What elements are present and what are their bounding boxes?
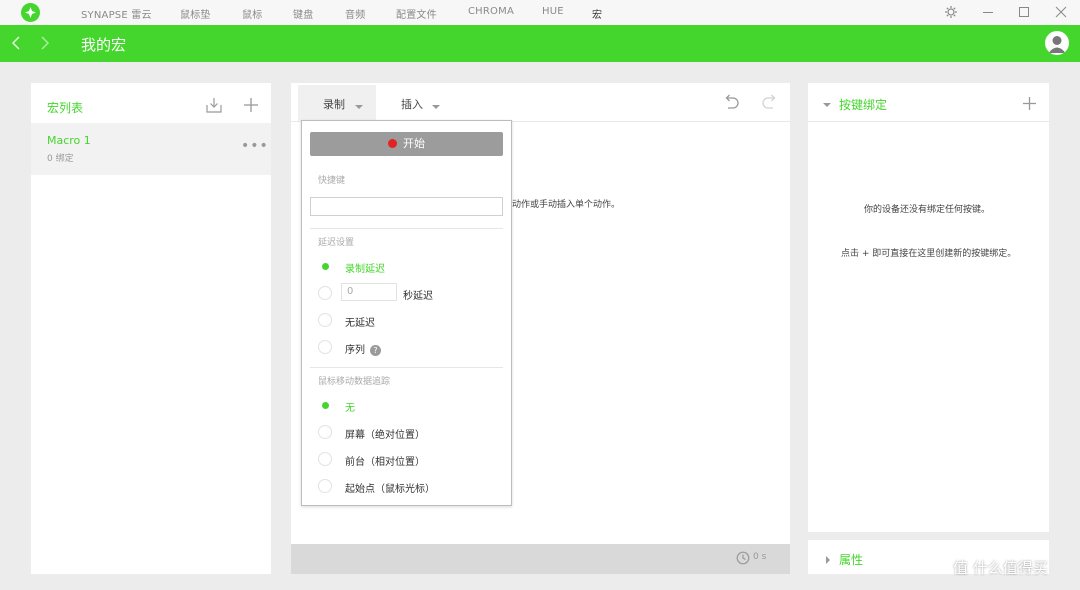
- page-title: 我的宏: [81, 36, 127, 54]
- add-macro-icon[interactable]: [243, 97, 259, 116]
- close-icon[interactable]: [1053, 4, 1069, 20]
- settings-gear-icon[interactable]: [943, 4, 959, 20]
- tracking-foreground-label[interactable]: 前台（相对位置）: [345, 453, 425, 468]
- record-settings-dropdown: 开始 快捷键 延迟设置 录制延迟 0 秒延迟 无延迟 序列? 鼠标移动数据追踪 …: [301, 120, 512, 506]
- forward-arrow-icon[interactable]: [39, 35, 51, 54]
- nav-hue[interactable]: HUE: [542, 6, 564, 17]
- sequence-label: 序列: [345, 345, 365, 356]
- expand-triangle-icon[interactable]: [824, 554, 832, 567]
- nav-macro[interactable]: 宏: [592, 6, 602, 21]
- back-arrow-icon[interactable]: [10, 35, 22, 54]
- macro-list-title: 宏列表: [47, 101, 84, 115]
- key-bindings-panel: 按键绑定 你的设备还没有绑定任何按键。 点击 + 即可直接在这里创建新的按键绑定…: [808, 83, 1049, 532]
- record-chevron-down-icon[interactable]: [354, 100, 364, 113]
- start-button-label: 开始: [403, 137, 425, 150]
- timeline-footer: 0 s: [291, 544, 790, 574]
- nav-mousepad[interactable]: 鼠标垫: [180, 6, 211, 21]
- nav-chroma[interactable]: CHROMA: [468, 6, 514, 17]
- page-header: 我的宏: [0, 25, 1080, 62]
- divider: [808, 121, 1049, 122]
- help-icon[interactable]: ?: [370, 345, 381, 356]
- radio-sequence[interactable]: [318, 340, 332, 354]
- list-item[interactable]: Macro 1 0 绑定 •••: [31, 123, 271, 175]
- razer-logo-icon: [21, 3, 40, 22]
- add-binding-icon[interactable]: [1022, 96, 1037, 114]
- nav-audio[interactable]: 音频: [345, 6, 365, 21]
- watermark-text: 值 什么值得买: [953, 559, 1048, 577]
- timeline-duration: 0 s: [753, 552, 767, 562]
- start-recording-button[interactable]: 开始: [310, 132, 503, 156]
- undo-icon[interactable]: [722, 93, 740, 114]
- radio-tracking-origin[interactable]: [318, 479, 332, 493]
- user-avatar-icon[interactable]: [1045, 31, 1069, 55]
- macro-list-panel: 宏列表 Macro 1 0 绑定 •••: [31, 83, 271, 574]
- delay-seconds-input[interactable]: 0: [341, 283, 397, 301]
- maximize-icon[interactable]: [1016, 4, 1032, 20]
- nav-keyboard[interactable]: 键盘: [293, 6, 313, 21]
- tracking-section-label: 鼠标移动数据追踪: [318, 377, 391, 387]
- add-binding-hint: 点击 + 即可直接在这里创建新的按键绑定。: [841, 249, 1017, 259]
- tracking-origin-label[interactable]: 起始点（鼠标光标）: [345, 480, 435, 495]
- sequence-option[interactable]: 序列?: [345, 341, 381, 356]
- tracking-none-label[interactable]: 无: [345, 399, 355, 414]
- macro-item-name: Macro 1: [47, 134, 91, 147]
- divider: [310, 367, 503, 368]
- tab-record[interactable]: 录制: [323, 96, 345, 112]
- tab-insert[interactable]: 插入: [401, 96, 423, 112]
- minimize-icon[interactable]: [980, 4, 996, 20]
- radio-tracking-screen[interactable]: [318, 425, 332, 439]
- import-icon[interactable]: [205, 96, 223, 117]
- no-bindings-message: 你的设备还没有绑定任何按键。: [864, 205, 991, 215]
- record-delay-label[interactable]: 录制延迟: [345, 260, 385, 275]
- radio-tracking-foreground[interactable]: [318, 452, 332, 466]
- seconds-delay-label[interactable]: 秒延迟: [403, 287, 433, 302]
- watermark: 值 什么值得买: [953, 557, 1048, 578]
- redo-icon[interactable]: [761, 93, 779, 114]
- more-options-icon[interactable]: •••: [241, 138, 269, 154]
- tracking-screen-label[interactable]: 屏幕（绝对位置）: [345, 426, 425, 441]
- insert-chevron-down-icon[interactable]: [431, 100, 441, 113]
- editor-hint-text: 动作或手动插入单个动作。: [512, 200, 621, 210]
- radio-no-delay[interactable]: [318, 313, 332, 327]
- nav-synapse[interactable]: SYNAPSE 雷云: [81, 6, 152, 21]
- divider: [310, 228, 503, 229]
- radio-seconds-delay[interactable]: [318, 286, 332, 300]
- radio-record-delay[interactable]: [318, 259, 332, 273]
- hotkey-input[interactable]: [310, 197, 503, 216]
- delay-section-label: 延迟设置: [318, 238, 355, 248]
- nav-mouse[interactable]: 鼠标: [242, 6, 262, 21]
- macro-item-binding-count: 0 绑定: [47, 154, 74, 164]
- properties-title[interactable]: 属性: [839, 551, 863, 568]
- nav-profiles[interactable]: 配置文件: [396, 6, 437, 21]
- radio-tracking-none[interactable]: [318, 398, 332, 412]
- record-dot-icon: [388, 139, 397, 148]
- title-bar: SYNAPSE 雷云 鼠标垫 鼠标 键盘 音频 配置文件 CHROMA HUE …: [0, 0, 1080, 25]
- no-delay-label[interactable]: 无延迟: [345, 314, 375, 329]
- key-bindings-title[interactable]: 按键绑定: [839, 96, 887, 113]
- clock-icon: [736, 551, 750, 568]
- collapse-triangle-icon[interactable]: [823, 99, 831, 112]
- hotkey-section-label: 快捷键: [318, 176, 346, 186]
